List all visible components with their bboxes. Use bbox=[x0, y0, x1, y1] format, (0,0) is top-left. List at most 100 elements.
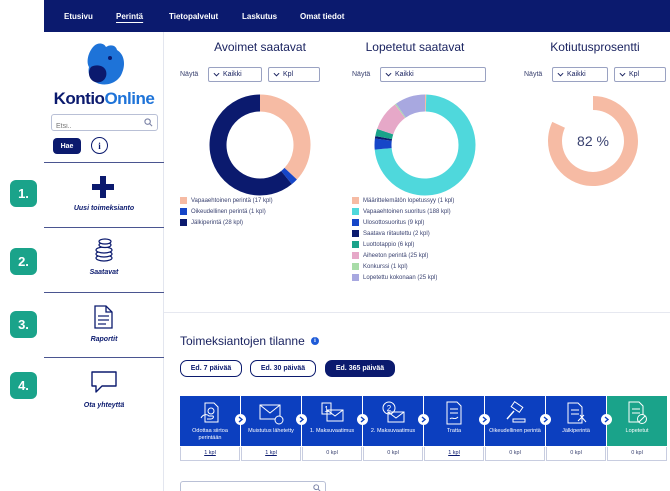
nav-item-etusivu[interactable]: Etusivu bbox=[64, 12, 93, 21]
legend-label: Luottotappio (6 kpl) bbox=[363, 241, 415, 248]
search-icon[interactable] bbox=[144, 118, 153, 127]
closed-receivables-title: Lopetetut saatavat bbox=[365, 40, 465, 54]
nav-item-omat-tiedot[interactable]: Omat tiedot bbox=[300, 12, 344, 21]
rate-filter-value: Kaikki bbox=[567, 71, 586, 78]
legend-swatch bbox=[180, 197, 187, 204]
chevron-down-icon bbox=[557, 72, 564, 77]
legend-label: Vapaaehtoinen perintä (17 kpl) bbox=[191, 197, 273, 204]
sidebar-item-receivables[interactable]: Saatavat bbox=[44, 228, 164, 292]
chevron-down-icon bbox=[213, 72, 220, 77]
assignment-status-flow: Odottaa siirtoa perintään 1 kpl Muistutu… bbox=[180, 396, 667, 462]
stage-waiting-transfer[interactable]: Odottaa siirtoa perintään 1 kpl bbox=[180, 396, 240, 462]
stage-label: Muistutus lähetetty bbox=[248, 428, 294, 434]
gavel-icon bbox=[506, 400, 526, 423]
stage-first-payment-demand[interactable]: 1 1. Maksuvaatimus 0 kpl bbox=[302, 396, 362, 462]
open-filter-select[interactable]: Kaikki bbox=[208, 67, 262, 82]
envelope-icon bbox=[259, 404, 284, 425]
step-badge-3: 3. bbox=[10, 311, 37, 338]
sidebar-search bbox=[51, 114, 158, 134]
closed-receivables-legend: Määrittelemätön lopetussyy (1 kpl) Vapaae… bbox=[352, 195, 454, 283]
stage-label: Lopetetut bbox=[625, 428, 649, 434]
legend-label: Aiheeton perintä (25 kpl) bbox=[363, 252, 429, 259]
donut-slice-5 bbox=[375, 128, 394, 140]
step-badge-4: 4. bbox=[10, 372, 37, 399]
sidebar-item-label: Saatavat bbox=[89, 269, 119, 276]
stage-legal-collection[interactable]: Oikeudellinen perintä 0 kpl bbox=[485, 396, 545, 462]
stage-label: Oikeudellinen perintä bbox=[489, 428, 541, 434]
sidebar-item-contact[interactable]: Ota yhteyttä bbox=[44, 358, 164, 422]
hand-document-icon bbox=[200, 402, 219, 423]
chevron-right-icon bbox=[235, 414, 246, 425]
info-button[interactable]: i bbox=[91, 137, 108, 154]
document-icon bbox=[94, 305, 113, 329]
chevron-right-icon bbox=[601, 414, 612, 425]
stage-count[interactable]: 1 kpl bbox=[180, 447, 240, 461]
legend-item: Aiheeton perintä (25 kpl) bbox=[352, 250, 454, 261]
stage-post-collection[interactable]: Jälkiperintä 0 kpl bbox=[546, 396, 606, 462]
donut-slice-1 bbox=[259, 94, 311, 180]
sidebar-item-label: Ota yhteyttä bbox=[83, 402, 125, 409]
legend-label: Konkurssi (1 kpl) bbox=[363, 263, 408, 270]
nav-item-perinta[interactable]: Perintä bbox=[116, 12, 143, 21]
legend-label: Vapaaehtoinen suoritus (188 kpl) bbox=[363, 208, 451, 215]
closed-filter-select[interactable]: Kaikki bbox=[380, 67, 486, 82]
chevron-down-icon bbox=[273, 72, 280, 77]
logo-kontio-text: Kontio bbox=[53, 89, 105, 108]
open-receivables-legend: Vapaaehtoinen perintä (17 kpl) Oikeudelli… bbox=[180, 195, 273, 228]
document-stamp-icon bbox=[567, 402, 587, 424]
sidebar-search-input[interactable] bbox=[52, 119, 140, 134]
rate-unit-select[interactable]: Kpl bbox=[614, 67, 666, 82]
donut-slice-2 bbox=[281, 167, 297, 185]
period-365-days-button[interactable]: Ed. 365 päivää bbox=[325, 360, 395, 377]
rate-unit-value: Kpl bbox=[629, 71, 640, 78]
nav-item-tietopalvelut[interactable]: Tietopalvelut bbox=[169, 12, 218, 21]
stage-count: 0 kpl bbox=[485, 447, 545, 461]
open-receivables-donut-chart bbox=[209, 94, 311, 196]
stage-label: Odottaa siirtoa perintään bbox=[192, 428, 228, 441]
legend-swatch bbox=[352, 263, 359, 270]
stage-second-payment-demand[interactable]: 2 2. Maksuvaatimus 0 kpl bbox=[363, 396, 423, 462]
period-30-days-button[interactable]: Ed. 30 päivää bbox=[250, 360, 316, 377]
stage-label: Jälkiperintä bbox=[562, 428, 590, 434]
kontio-online-logo: KontioOnline bbox=[48, 89, 160, 109]
open-unit-select[interactable]: Kpl bbox=[268, 67, 320, 82]
legend-item: Vapaaehtoinen suoritus (188 kpl) bbox=[352, 206, 454, 217]
stage-reminder-sent[interactable]: Muistutus lähetetty 1 kpl bbox=[241, 396, 301, 462]
legend-label: Jälkiperintä (28 kpl) bbox=[191, 219, 244, 226]
legend-item: Määrittelemätön lopetussyy (1 kpl) bbox=[352, 195, 454, 206]
open-unit-value: Kpl bbox=[283, 71, 294, 78]
search-button[interactable]: Hae bbox=[53, 138, 81, 154]
search-icon[interactable] bbox=[313, 484, 321, 491]
stage-closed[interactable]: Lopetetut 0 kpl bbox=[607, 396, 667, 462]
recovery-rate-title: Kotiutusprosentti bbox=[550, 40, 640, 54]
nav-item-laskutus[interactable]: Laskutus bbox=[242, 12, 277, 21]
legend-label: Oikeudellinen perintä (1 kpl) bbox=[191, 208, 266, 215]
step-badge-1: 1. bbox=[10, 180, 37, 207]
sidebar-item-reports[interactable]: Raportit bbox=[44, 293, 164, 357]
status-search bbox=[180, 481, 326, 491]
legend-label: Ulosottosuoritus (9 kpl) bbox=[363, 219, 425, 226]
info-icon[interactable]: i bbox=[311, 337, 319, 345]
legend-swatch bbox=[352, 274, 359, 281]
stage-label: 1. Maksuvaatimus bbox=[309, 428, 355, 434]
rate-filter-select[interactable]: Kaikki bbox=[552, 67, 608, 82]
plus-icon bbox=[92, 176, 114, 198]
chevron-right-icon bbox=[418, 414, 429, 425]
sidebar-item-new-assignment[interactable]: Uusi toimeksianto bbox=[44, 163, 164, 227]
step-badge-2: 2. bbox=[10, 248, 37, 275]
stage-count[interactable]: 1 kpl bbox=[424, 447, 484, 461]
legend-swatch bbox=[352, 252, 359, 259]
chevron-right-icon bbox=[296, 414, 307, 425]
recovery-rate-value: 82 % bbox=[577, 133, 609, 149]
legend-item: Lopetettu kokonaan (25 kpl) bbox=[352, 272, 454, 283]
legend-item: Luottotappio (6 kpl) bbox=[352, 239, 454, 250]
open-show-label: Näytä bbox=[180, 71, 199, 78]
stage-count[interactable]: 1 kpl bbox=[241, 447, 301, 461]
sidebar-item-label: Uusi toimeksianto bbox=[73, 205, 135, 212]
stage-tratta[interactable]: Tratta 1 kpl bbox=[424, 396, 484, 462]
chevron-right-icon bbox=[479, 414, 490, 425]
closed-filter-value: Kaikki bbox=[395, 71, 414, 78]
period-7-days-button[interactable]: Ed. 7 päivää bbox=[180, 360, 242, 377]
sidebar-item-label: Raportit bbox=[90, 336, 118, 343]
coins-icon bbox=[95, 238, 113, 262]
